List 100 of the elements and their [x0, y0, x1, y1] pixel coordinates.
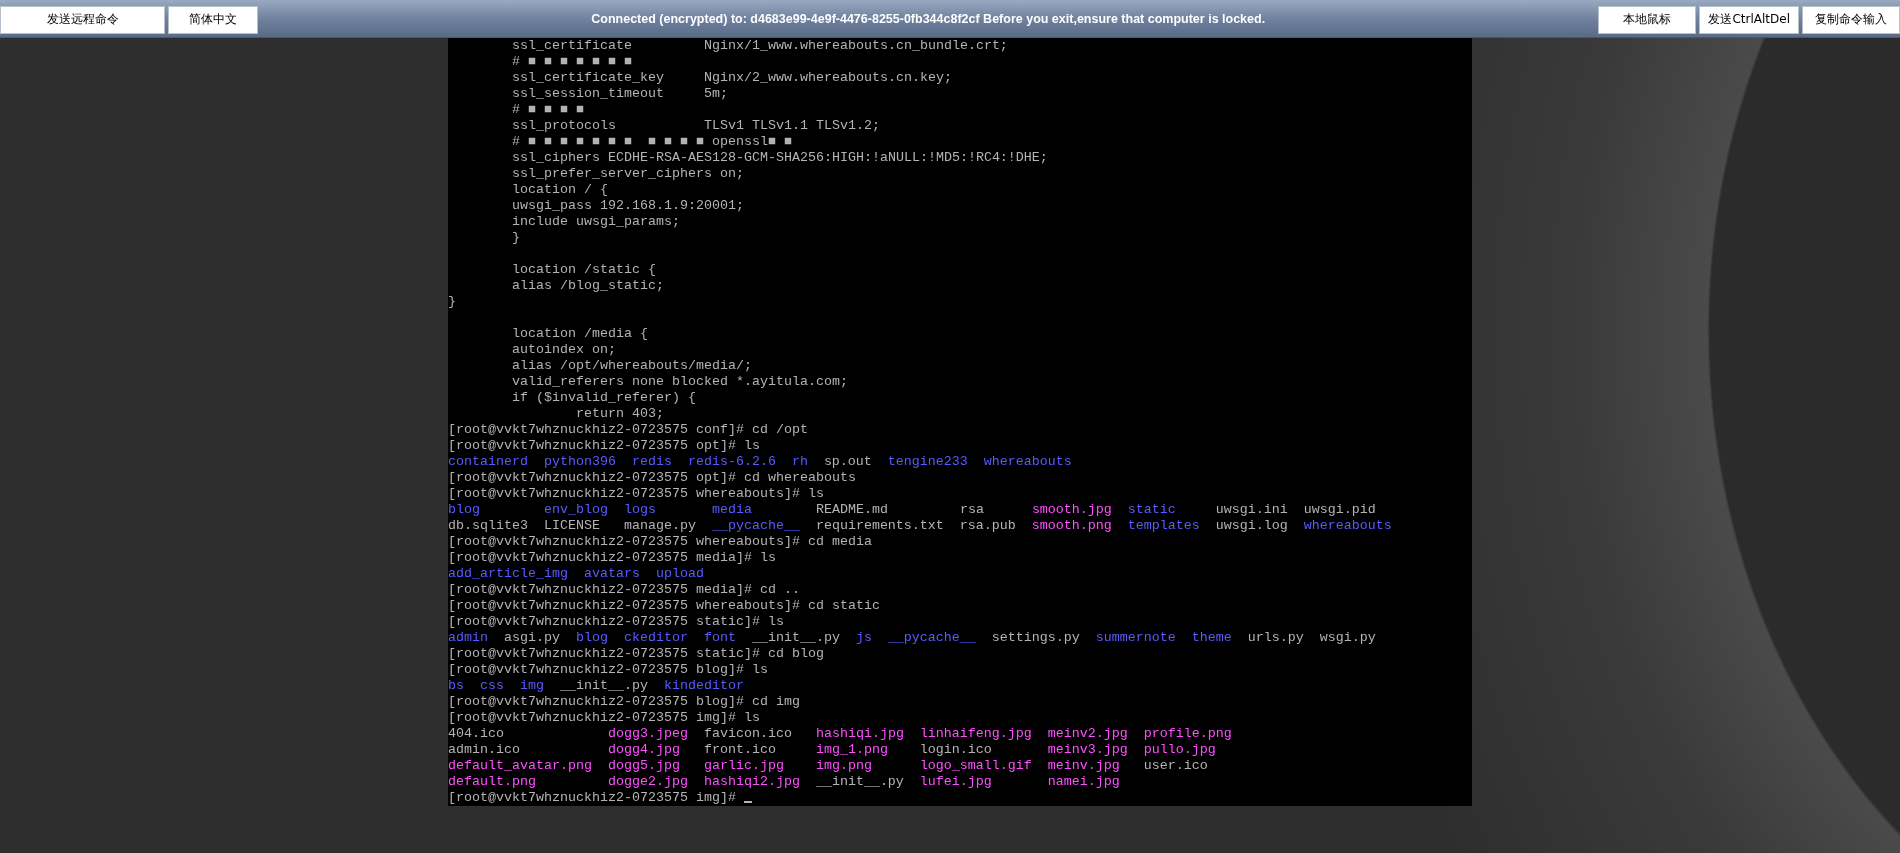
image-file-name: img.png	[815, 758, 872, 774]
file-name: __init__.py	[559, 678, 648, 694]
directory-name: add_article_img	[448, 566, 568, 582]
terminal-line: return 403;	[574, 406, 664, 422]
terminal-line: [root@vvkt7whznuckhiz2-0723575 blog]# cd img	[448, 694, 800, 710]
image-file-name: meinv2.jpg	[1047, 726, 1128, 742]
file-name: rsa.pub	[959, 518, 1016, 534]
image-file-name: meinv3.jpg	[1047, 742, 1128, 758]
terminal-line: [root@vvkt7whznuckhiz2-0723575 opt]# cd whereabouts	[448, 470, 856, 486]
file-name: favicon.ico	[703, 726, 792, 742]
directory-name: bs	[448, 678, 464, 694]
image-file-name: default_avatar.png	[448, 758, 592, 774]
directory-name: tengine233	[887, 454, 968, 470]
image-file-name: dogge2.jpg	[607, 774, 688, 790]
terminal-line: # ■ ■ ■ ■	[511, 102, 584, 118]
terminal-line: [root@vvkt7whznuckhiz2-0723575 static]# cd blog	[448, 646, 824, 662]
file-name: requirements.txt	[815, 518, 944, 534]
image-file-name: hashiqi2.jpg	[703, 774, 800, 790]
toolbar-button[interactable]: 简体中文	[168, 5, 258, 34]
file-name: asgi.py	[504, 630, 560, 646]
toolbar-button[interactable]: 发送CtrlAltDel	[1699, 5, 1799, 34]
directory-name: redis	[631, 454, 672, 470]
terminal-line: [root@vvkt7whznuckhiz2-0723575 blog]# ls	[448, 662, 768, 678]
terminal-line: [root@vvkt7whznuckhiz2-0723575 img]#	[448, 790, 736, 806]
terminal-line: # ■ ■ ■ ■ ■ ■ ■	[511, 54, 632, 70]
image-file-name: pullo.jpg	[1143, 742, 1216, 758]
directory-name: kindeditor	[663, 678, 744, 694]
terminal-line: [root@vvkt7whznuckhiz2-0723575 whereabouts]# cd static	[448, 598, 880, 614]
terminal-line: location /media {	[511, 326, 648, 342]
directory-name: upload	[655, 566, 704, 582]
image-file-name: garlic.jpg	[703, 758, 784, 774]
terminal-line: ssl_certificate_key Nginx/2_www.whereabouts.cn.key;	[511, 70, 952, 86]
image-file-name: dogg3.jpeg	[607, 726, 688, 742]
file-name: front.ico	[703, 742, 776, 758]
file-name: settings.py	[991, 630, 1080, 646]
terminal-line: ssl_protocols TLSv1 TLSv1.1 TLSv1.2;	[511, 118, 880, 134]
terminal-line: alias /blog_static;	[511, 278, 664, 294]
directory-name: theme	[1191, 630, 1232, 646]
terminal-line: valid_referers none blocked *.ayitula.com;	[511, 374, 848, 390]
directory-name: templates	[1127, 518, 1200, 534]
terminal-line: location / {	[511, 182, 608, 198]
terminal-line: ssl_ciphers ECDHE-RSA-AES128-GCM-SHA256:HIGH:!aNULL:!MD5:!RC4:!DHE;	[511, 150, 1048, 166]
terminal-line: ssl_session_timeout 5m;	[511, 86, 728, 102]
file-name: db.sqlite3	[448, 518, 528, 534]
directory-name: containerd	[448, 454, 528, 470]
file-name: README.md	[815, 502, 888, 518]
file-name: uwsgi.log	[1215, 518, 1288, 534]
file-name: LICENSE	[543, 518, 600, 534]
toolbar-button[interactable]: 复制命令输入	[1802, 5, 1900, 34]
directory-name: media	[711, 502, 752, 518]
file-name: __init__.py	[815, 774, 904, 790]
terminal-line: ssl_prefer_server_ciphers on;	[511, 166, 744, 182]
directory-name: whereabouts	[983, 454, 1072, 470]
directory-name: __pycache__	[887, 630, 976, 646]
file-name: urls.py	[1247, 630, 1304, 646]
directory-name: logs	[623, 502, 656, 518]
image-file-name: linhaifeng.jpg	[919, 726, 1032, 742]
directory-name: avatars	[583, 566, 640, 582]
file-name: sp.out	[823, 454, 872, 470]
file-name: manage.py	[623, 518, 696, 534]
terminal-line: alias /opt/whereabouts/media/;	[511, 358, 752, 374]
image-file-name: dogg4.jpg	[607, 742, 680, 758]
directory-name: python396	[543, 454, 616, 470]
directory-name: env_blog	[544, 502, 608, 518]
directory-name: rh	[791, 454, 808, 470]
terminal-line: [root@vvkt7whznuckhiz2-0723575 whereabouts]# ls	[448, 486, 824, 502]
directory-name: css	[480, 678, 504, 694]
directory-name: blog	[448, 502, 480, 518]
terminal-line: uwsgi_pass 192.168.1.9:20001;	[511, 198, 744, 214]
toolbar-button[interactable]: 发送远程命令	[0, 5, 165, 34]
terminal-line: # ■ ■ ■ ■ ■ ■ ■ ■ ■ ■ ■ openssl■ ■	[511, 134, 792, 150]
directory-name: whereabouts	[1303, 518, 1392, 534]
directory-name: img	[519, 678, 544, 694]
terminal-line: [root@vvkt7whznuckhiz2-0723575 media]# ls	[448, 550, 776, 566]
directory-name: summernote	[1095, 630, 1176, 646]
terminal-line: if ($invalid_referer) {	[511, 390, 696, 406]
image-file-name: smooth.png	[1031, 518, 1112, 534]
directory-name: js	[855, 630, 872, 646]
directory-name: ckeditor	[623, 630, 688, 646]
connection-status: Connected (encrypted) to: d4683e99-4e9f-4476-8255-0fb344c8f2cf Before you exit,ensure that computer is locked.	[590, 11, 1267, 26]
toolbar-button[interactable]: 本地鼠标	[1598, 5, 1697, 34]
file-name: 404.ico	[448, 726, 504, 742]
image-file-name: dogg5.jpg	[607, 758, 680, 774]
image-file-name: namei.jpg	[1047, 774, 1120, 790]
image-file-name: profile.png	[1143, 726, 1232, 742]
terminal-line: ssl_certificate Nginx/1_www.whereabouts.cn_bundle.crt;	[511, 38, 1008, 54]
image-file-name: lufei.jpg	[919, 774, 992, 790]
terminal-line: [root@vvkt7whznuckhiz2-0723575 static]# ls	[448, 614, 784, 630]
terminal-line: [root@vvkt7whznuckhiz2-0723575 media]# cd ..	[448, 582, 800, 598]
image-file-name: default.png	[448, 774, 536, 790]
file-name: login.ico	[919, 742, 992, 758]
file-name: uwsgi.pid	[1303, 502, 1376, 518]
file-name: rsa	[959, 502, 984, 518]
file-name: uwsgi.ini	[1215, 502, 1288, 518]
terminal-line: [root@vvkt7whznuckhiz2-0723575 img]# ls	[448, 710, 760, 726]
directory-name: font	[703, 630, 736, 646]
terminal-line: include uwsgi_params;	[511, 214, 680, 230]
file-name: __init__.py	[751, 630, 840, 646]
directory-name: static	[1127, 502, 1176, 518]
image-file-name: hashiqi.jpg	[815, 726, 904, 742]
